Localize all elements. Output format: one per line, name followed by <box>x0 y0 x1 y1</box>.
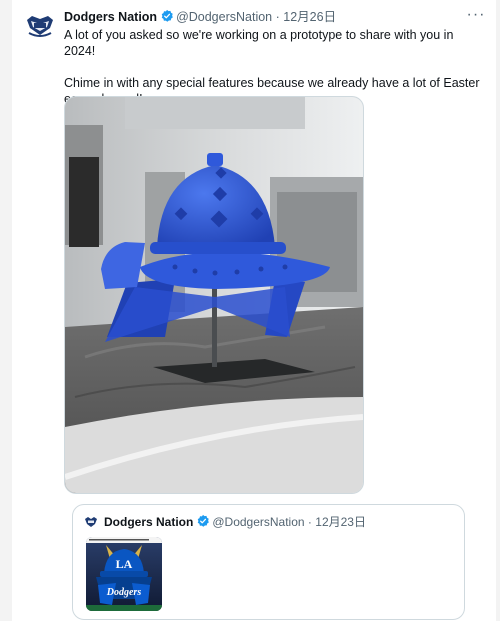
quoted-tweet-date[interactable]: 12月23日 <box>315 515 366 529</box>
verified-badge-icon <box>161 9 173 22</box>
display-name[interactable]: Dodgers Nation <box>64 10 157 24</box>
separator-dot: · <box>307 515 312 529</box>
tweet-date[interactable]: 12月26日 <box>283 10 336 24</box>
display-name[interactable]: Dodgers Nation <box>104 515 193 529</box>
avatar[interactable] <box>22 8 58 44</box>
tweet-media-photo[interactable] <box>64 96 364 494</box>
tweet-card[interactable]: Dodgers Nation @DodgersNation · 12月26日 ··… <box>12 0 496 621</box>
quoted-tweet-media[interactable]: LA Dodgers <box>86 537 162 611</box>
dodgers-nation-logo-icon <box>22 8 58 44</box>
dodgers-wordmark: Dodgers <box>106 587 142 598</box>
quoted-tweet-header: Dodgers Nation @DodgersNation · 12月23日 <box>104 514 366 530</box>
handle[interactable]: @DodgersNation <box>176 10 272 24</box>
handle[interactable]: @DodgersNation <box>212 515 304 529</box>
more-options-icon[interactable]: ··· <box>466 7 486 25</box>
dodgers-nation-logo-icon <box>83 514 99 530</box>
quoted-tweet[interactable]: Dodgers Nation @DodgersNation · 12月23日 L… <box>72 504 465 620</box>
tweet-header: Dodgers Nation @DodgersNation · 12月26日 ··… <box>64 7 486 25</box>
dodgers-samurai-helmet-icon: LA Dodgers <box>86 537 162 611</box>
verified-badge-icon <box>198 514 210 527</box>
tweet-text: A lot of you asked so we're working on a… <box>64 27 484 107</box>
la-logo: LA <box>116 557 133 571</box>
avatar[interactable] <box>83 514 99 530</box>
separator-dot: · <box>275 10 280 24</box>
tweet-text-line: A lot of you asked so we're working on a… <box>64 28 454 58</box>
helmet-photo-icon <box>65 97 363 493</box>
